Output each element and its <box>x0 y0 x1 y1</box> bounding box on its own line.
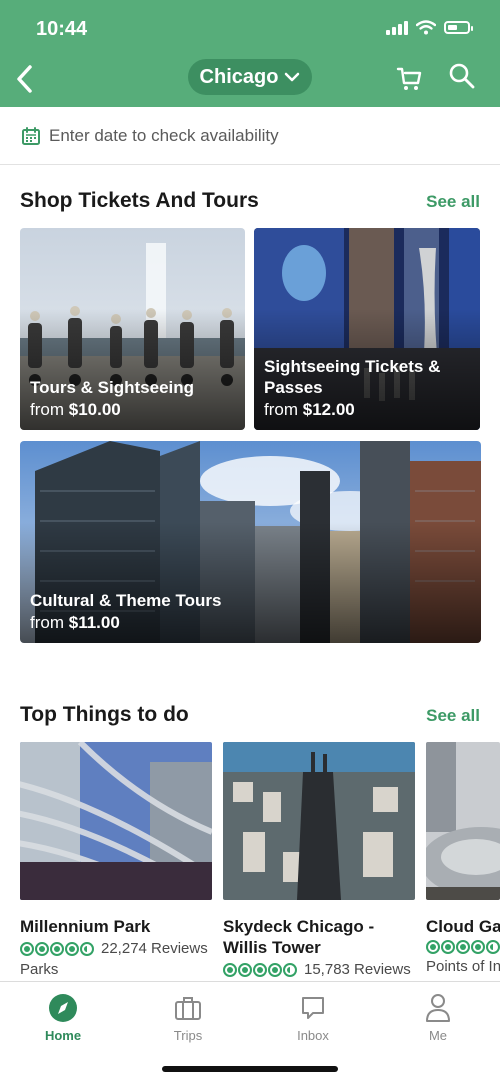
thing-category: Points of In <box>426 958 500 975</box>
skydeck-image <box>223 742 415 900</box>
shop-card-title: Tours & Sightseeing <box>30 378 195 397</box>
tab-label: Trips <box>173 1028 203 1043</box>
shop-card-price: from $12.00 <box>264 400 355 419</box>
tab-label: Home <box>44 1028 82 1043</box>
shop-section-title: Shop Tickets And Tours <box>20 189 259 212</box>
shop-card-cultural[interactable]: Cultural & Theme Tours from $11.00 <box>20 441 481 643</box>
thing-category: Parks <box>20 961 59 978</box>
tab-inbox[interactable]: Inbox <box>263 992 363 1043</box>
battery-icon <box>444 21 473 34</box>
rating-bubbles <box>426 940 500 954</box>
rating-bubbles: 22,274 Reviews <box>20 940 212 957</box>
app-header: 10:44 Chicago <box>0 0 500 107</box>
signal-icon <box>386 20 408 35</box>
things-see-all-link[interactable]: See all <box>426 706 480 726</box>
thing-name: Cloud Ga <box>426 917 500 936</box>
shop-card-title: Sightseeing Tickets & Passes <box>264 357 441 397</box>
search-icon[interactable] <box>448 62 476 90</box>
date-placeholder: Enter date to check availability <box>49 125 279 145</box>
calendar-icon <box>22 126 40 145</box>
suitcase-icon <box>175 997 201 1020</box>
tab-label: Me <box>428 1028 448 1043</box>
shop-card-tours[interactable]: Tours & Sightseeing from $10.00 <box>20 228 245 430</box>
rating-bubbles: 15,783 Reviews <box>223 961 415 978</box>
tab-me[interactable]: Me <box>388 992 488 1043</box>
thing-name: Skydeck Chicago - Willis Tower <box>223 917 375 957</box>
cloud-gate-image <box>426 742 500 900</box>
date-availability-bar[interactable]: Enter date to check availability <box>0 107 500 165</box>
status-icons <box>386 20 473 35</box>
millennium-park-image <box>20 742 212 900</box>
shop-card-price: from $10.00 <box>30 400 121 419</box>
city-selector[interactable]: Chicago <box>188 59 312 95</box>
things-section-title: Top Things to do <box>20 703 189 726</box>
tab-home[interactable]: Home <box>13 992 113 1043</box>
thing-name: Millennium Park <box>20 917 151 936</box>
shop-card-price: from $11.00 <box>30 613 120 632</box>
home-indicator <box>162 1066 338 1072</box>
review-count: 15,783 Reviews <box>304 961 411 978</box>
chat-icon <box>302 997 324 1019</box>
tab-trips[interactable]: Trips <box>138 992 238 1043</box>
shop-card-title: Cultural & Theme Tours <box>30 591 222 610</box>
thing-card-cloud-gate[interactable]: Cloud Ga Points of In <box>426 742 500 975</box>
tab-label: Inbox <box>297 1028 329 1043</box>
person-icon <box>426 994 450 1022</box>
shop-see-all-link[interactable]: See all <box>426 192 480 212</box>
chevron-down-icon <box>285 72 300 82</box>
thing-card-millennium-park[interactable]: Millennium Park 22,274 Reviews Parks <box>20 742 212 978</box>
status-time: 10:44 <box>36 18 88 40</box>
shop-card-tickets[interactable]: Sightseeing Tickets & Passes from $12.00 <box>254 228 480 430</box>
cart-icon[interactable] <box>396 64 424 92</box>
thing-card-skydeck[interactable]: Skydeck Chicago - Willis Tower 15,783 Re… <box>223 742 415 978</box>
back-arrow-icon[interactable] <box>12 62 40 96</box>
review-count: 22,274 Reviews <box>101 940 208 957</box>
city-label: Chicago <box>199 65 279 88</box>
wifi-icon <box>416 20 436 35</box>
compass-icon <box>49 994 77 1022</box>
